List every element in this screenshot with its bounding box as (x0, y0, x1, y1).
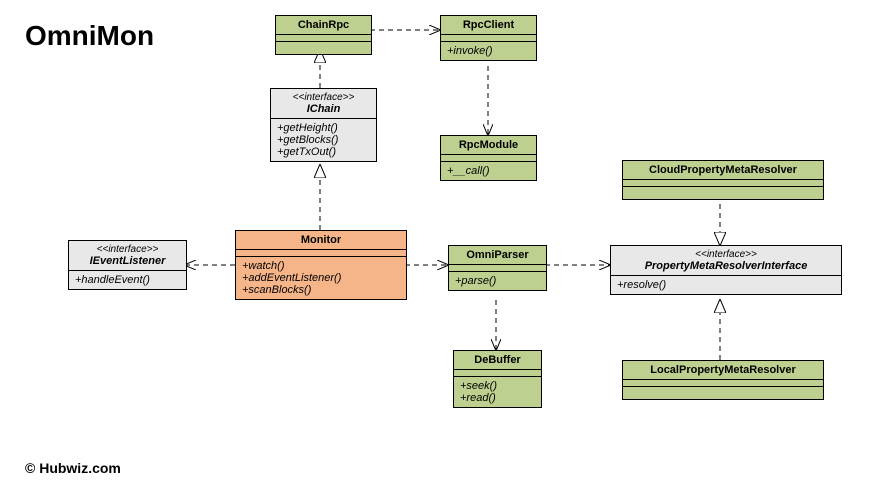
class-ops (623, 187, 823, 199)
op: +read() (460, 392, 535, 404)
class-name: ChainRpc (276, 16, 371, 35)
interface-ichain: <<interface>> IChain +getHeight() +getBl… (270, 88, 377, 162)
op: +addEventListener() (242, 272, 400, 284)
class-ops: +handleEvent() (69, 271, 186, 289)
class-attrs (276, 35, 371, 42)
interface-pmresolver: <<interface>> PropertyMetaResolverInterf… (610, 245, 842, 295)
class-name: OmniParser (449, 246, 546, 265)
name-text: PropertyMetaResolverInterface (617, 260, 835, 272)
class-omniparser: OmniParser +parse() (448, 245, 547, 291)
class-ops: +__call() (441, 162, 536, 180)
class-name: CloudPropertyMetaResolver (623, 161, 823, 180)
op: +getTxOut() (277, 146, 370, 158)
op: +parse() (455, 275, 540, 287)
op: +seek() (460, 380, 535, 392)
class-name: RpcModule (441, 136, 536, 155)
op: +handleEvent() (75, 274, 180, 286)
class-attrs (236, 250, 406, 257)
class-name: RpcClient (441, 16, 536, 35)
class-cloudresolver: CloudPropertyMetaResolver (622, 160, 824, 200)
class-ops: +invoke() (441, 42, 536, 60)
class-chainrpc: ChainRpc (275, 15, 372, 55)
copyright-label: © Hubwiz.com (25, 460, 121, 476)
class-attrs (441, 35, 536, 42)
stereotype-label: <<interface>> (75, 244, 180, 255)
class-ops (623, 387, 823, 399)
class-ops: +getHeight() +getBlocks() +getTxOut() (271, 119, 376, 161)
class-ops: +seek() +read() (454, 377, 541, 407)
class-name: LocalPropertyMetaResolver (623, 361, 823, 380)
op: +scanBlocks() (242, 284, 400, 296)
op: +getBlocks() (277, 134, 370, 146)
name-text: IChain (277, 103, 370, 115)
stereotype-label: <<interface>> (617, 249, 835, 260)
class-ops: +watch() +addEventListener() +scanBlocks… (236, 257, 406, 299)
class-name: <<interface>> PropertyMetaResolverInterf… (611, 246, 841, 276)
class-localresolver: LocalPropertyMetaResolver (622, 360, 824, 400)
op: +__call() (447, 165, 530, 177)
class-ops (276, 42, 371, 54)
class-name: Monitor (236, 231, 406, 250)
class-name: DeBuffer (454, 351, 541, 370)
class-ops: +resolve() (611, 276, 841, 294)
class-attrs (441, 155, 536, 162)
class-attrs (623, 180, 823, 187)
class-ops: +parse() (449, 272, 546, 290)
stereotype-label: <<interface>> (277, 92, 370, 103)
op: +invoke() (447, 45, 530, 57)
class-debuffer: DeBuffer +seek() +read() (453, 350, 542, 408)
class-rpcclient: RpcClient +invoke() (440, 15, 537, 61)
name-text: IEventListener (75, 255, 180, 267)
interface-ieventlistener: <<interface>> IEventListener +handleEven… (68, 240, 187, 290)
class-monitor: Monitor +watch() +addEventListener() +sc… (235, 230, 407, 300)
class-attrs (623, 380, 823, 387)
class-name: <<interface>> IChain (271, 89, 376, 119)
class-rpcmodule: RpcModule +__call() (440, 135, 537, 181)
class-attrs (454, 370, 541, 377)
class-name: <<interface>> IEventListener (69, 241, 186, 271)
op: +getHeight() (277, 122, 370, 134)
class-attrs (449, 265, 546, 272)
op: +watch() (242, 260, 400, 272)
diagram-title: OmniMon (25, 20, 154, 52)
op: +resolve() (617, 279, 835, 291)
